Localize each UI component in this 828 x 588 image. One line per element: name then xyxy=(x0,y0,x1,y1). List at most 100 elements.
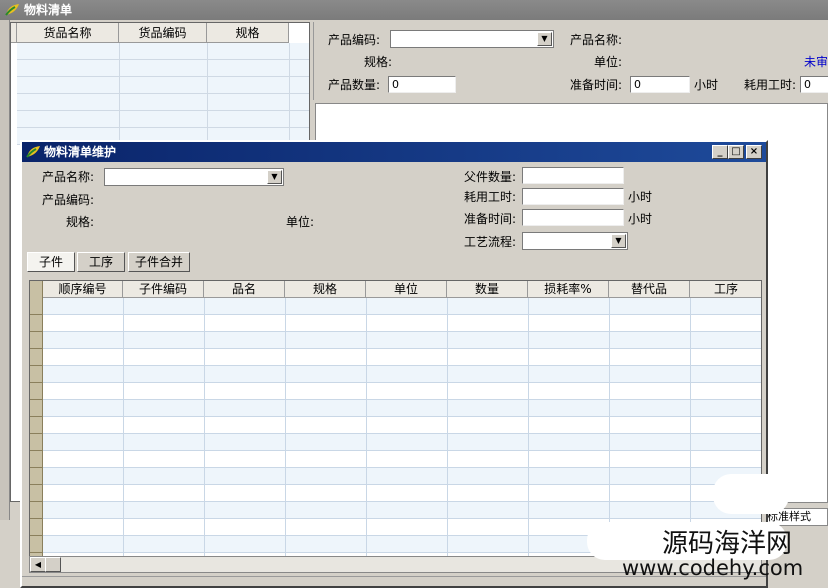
maximize-button[interactable]: □ xyxy=(728,145,744,159)
table-row[interactable] xyxy=(43,485,761,502)
tab-operations[interactable]: 工序 xyxy=(77,252,125,272)
grid-divider xyxy=(609,298,610,559)
table-row[interactable] xyxy=(43,383,761,400)
table-row[interactable] xyxy=(43,434,761,451)
grid-header-code[interactable]: 子件编码 xyxy=(123,281,204,298)
parent-qty-field[interactable] xyxy=(522,167,624,184)
grid-divider xyxy=(204,298,205,559)
row-header-cell[interactable] xyxy=(30,298,42,315)
grid-header-seq[interactable]: 顺序编号 xyxy=(43,281,123,298)
chevron-down-icon[interactable]: ▼ xyxy=(267,170,282,184)
tab-merge-components[interactable]: 子件合并 xyxy=(128,252,190,272)
dialog-titlebar[interactable]: 物料清单维护 _ □ × xyxy=(22,142,766,162)
bg-product-code-label: 产品编码: xyxy=(328,33,381,47)
list-header-name[interactable]: 货品名称 xyxy=(17,23,119,43)
app-leaf-icon xyxy=(26,146,40,158)
watermark-url: www.codehy.com xyxy=(622,556,804,580)
scroll-thumb[interactable] xyxy=(45,557,61,572)
list-header-spec[interactable]: 规格 xyxy=(207,23,289,43)
grid-divider xyxy=(123,298,124,559)
bg-spec-label: 规格: xyxy=(364,55,393,69)
row-header-cell[interactable] xyxy=(30,366,42,383)
product-code-label: 产品编码: xyxy=(42,193,95,207)
tab-components[interactable]: 子件 xyxy=(27,252,75,272)
grid-header-qty[interactable]: 数量 xyxy=(447,281,528,298)
grid-header-operation[interactable]: 工序 xyxy=(690,281,761,298)
labor-time-field[interactable] xyxy=(522,188,624,205)
row-header-cell[interactable] xyxy=(30,417,42,434)
grid-divider xyxy=(366,298,367,559)
list-row[interactable] xyxy=(17,43,309,60)
status-badge: 未审 xyxy=(804,55,828,69)
process-flow-label: 工艺流程: xyxy=(464,235,517,249)
row-header-cell[interactable] xyxy=(30,434,42,451)
grid-header-unit[interactable]: 单位 xyxy=(366,281,447,298)
table-row[interactable] xyxy=(43,349,761,366)
bom-maintenance-dialog: 物料清单维护 _ □ × 产品名称: ▼ 产品编码: 规格: 单位: 父件数量:… xyxy=(20,140,768,588)
process-flow-combo[interactable]: ▼ xyxy=(522,232,628,250)
row-header-cell[interactable] xyxy=(30,468,42,485)
table-row[interactable] xyxy=(43,468,761,485)
table-row[interactable] xyxy=(43,332,761,349)
app-leaf-icon xyxy=(5,4,19,16)
unit-label: 单位: xyxy=(286,215,315,229)
bg-product-code-combo[interactable]: ▼ xyxy=(390,30,554,48)
product-name-combo[interactable]: ▼ xyxy=(104,168,284,186)
list-row[interactable] xyxy=(17,111,309,128)
row-header-cell[interactable] xyxy=(30,400,42,417)
table-row[interactable] xyxy=(43,366,761,383)
list-row[interactable] xyxy=(17,77,309,94)
watermark-backdrop xyxy=(713,474,789,514)
bg-prep-time-field[interactable]: 0 xyxy=(630,76,690,93)
components-grid[interactable]: 顺序编号 子件编码 品名 规格 单位 数量 损耗率% 替代品 工序 xyxy=(29,280,762,560)
background-form-panel: 产品编码: ▼ 产品名称: 规格: 单位: 未审 产品数量: 0 准备时间: 0… xyxy=(313,22,828,100)
list-header-code[interactable]: 货品编码 xyxy=(119,23,207,43)
grid-divider xyxy=(690,298,691,559)
row-header-cell[interactable] xyxy=(30,349,42,366)
minimize-button[interactable]: _ xyxy=(712,145,728,159)
product-name-label: 产品名称: xyxy=(42,170,95,184)
table-row[interactable] xyxy=(43,417,761,434)
left-edge-strip xyxy=(0,20,10,520)
spec-label: 规格: xyxy=(66,215,95,229)
bg-hours-unit: 小时 xyxy=(694,78,719,92)
close-button[interactable]: × xyxy=(746,145,762,159)
table-row[interactable] xyxy=(43,400,761,417)
row-header-cell[interactable] xyxy=(30,451,42,468)
bg-labor-time-field[interactable]: 0 xyxy=(800,76,828,93)
bg-product-name-label: 产品名称: xyxy=(570,33,623,47)
bg-product-qty-field[interactable]: 0 xyxy=(388,76,456,93)
watermark-text: 源码海洋网 xyxy=(662,529,793,559)
row-header-cell[interactable] xyxy=(30,536,42,553)
grid-divider xyxy=(528,298,529,559)
labor-time-label: 耗用工时: xyxy=(464,190,517,204)
list-row[interactable] xyxy=(17,94,309,111)
grid-divider xyxy=(285,298,286,559)
list-row[interactable] xyxy=(17,60,309,77)
table-row[interactable] xyxy=(43,502,761,519)
chevron-down-icon[interactable]: ▼ xyxy=(611,234,626,248)
grid-divider xyxy=(447,298,448,559)
row-header-cell[interactable] xyxy=(30,332,42,349)
table-row[interactable] xyxy=(43,315,761,332)
grid-header-substitute[interactable]: 替代品 xyxy=(609,281,690,298)
prep-time-field[interactable] xyxy=(522,209,624,226)
grid-header-spec[interactable]: 规格 xyxy=(285,281,366,298)
grid-header-name[interactable]: 品名 xyxy=(204,281,285,298)
background-titlebar[interactable]: 物料清单 xyxy=(0,0,828,20)
table-row[interactable] xyxy=(43,451,761,468)
background-window-title: 物料清单 xyxy=(24,3,73,17)
bg-prep-time-label: 准备时间: xyxy=(570,78,623,92)
row-header-cell[interactable] xyxy=(30,502,42,519)
row-header-cell[interactable] xyxy=(30,485,42,502)
row-header-cell[interactable] xyxy=(30,519,42,536)
row-header-cell[interactable] xyxy=(30,383,42,400)
chevron-down-icon[interactable]: ▼ xyxy=(537,32,552,46)
bg-product-qty-label: 产品数量: xyxy=(328,78,381,92)
scroll-left-arrow-icon[interactable]: ◀ xyxy=(30,557,46,572)
labor-hours-unit: 小时 xyxy=(628,190,653,204)
row-header-column xyxy=(30,281,43,559)
table-row[interactable] xyxy=(43,298,761,315)
grid-header-loss-rate[interactable]: 损耗率% xyxy=(528,281,609,298)
row-header-cell[interactable] xyxy=(30,315,42,332)
